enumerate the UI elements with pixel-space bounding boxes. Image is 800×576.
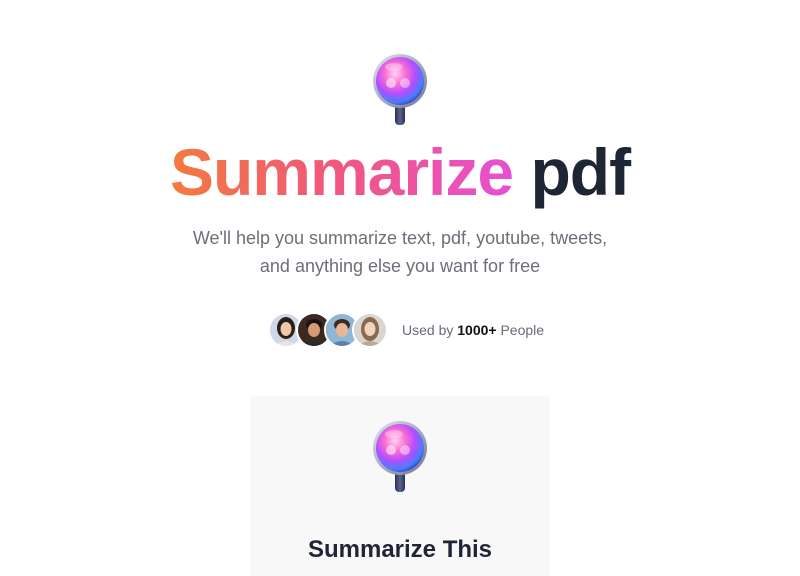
page-title: Summarize pdf bbox=[0, 132, 800, 212]
page: Summarize pdf We'll help you summarize t… bbox=[0, 0, 800, 576]
card-title: Summarize This bbox=[307, 536, 493, 563]
usage-count: 1000+ bbox=[457, 322, 497, 338]
avatar bbox=[352, 312, 388, 348]
summarize-card: Summarize This bbox=[250, 396, 550, 576]
subtitle: We'll help you summarize text, pdf, yout… bbox=[150, 224, 650, 280]
usage-prefix: Used by bbox=[402, 322, 454, 338]
magnifier-orb-icon bbox=[373, 421, 427, 492]
avatar-group bbox=[268, 312, 388, 348]
title-highlight: Summarize bbox=[169, 135, 514, 209]
magnifier-orb-icon bbox=[373, 54, 427, 125]
title-suffix: pdf bbox=[530, 135, 631, 209]
subtitle-line-1: We'll help you summarize text, pdf, yout… bbox=[192, 228, 608, 248]
social-proof: Used by 1000+ People bbox=[268, 312, 544, 348]
subtitle-line-2: and anything else you want for free bbox=[259, 256, 541, 276]
usage-suffix: People bbox=[500, 322, 545, 338]
usage-count-text: Used by 1000+ People bbox=[402, 322, 544, 338]
